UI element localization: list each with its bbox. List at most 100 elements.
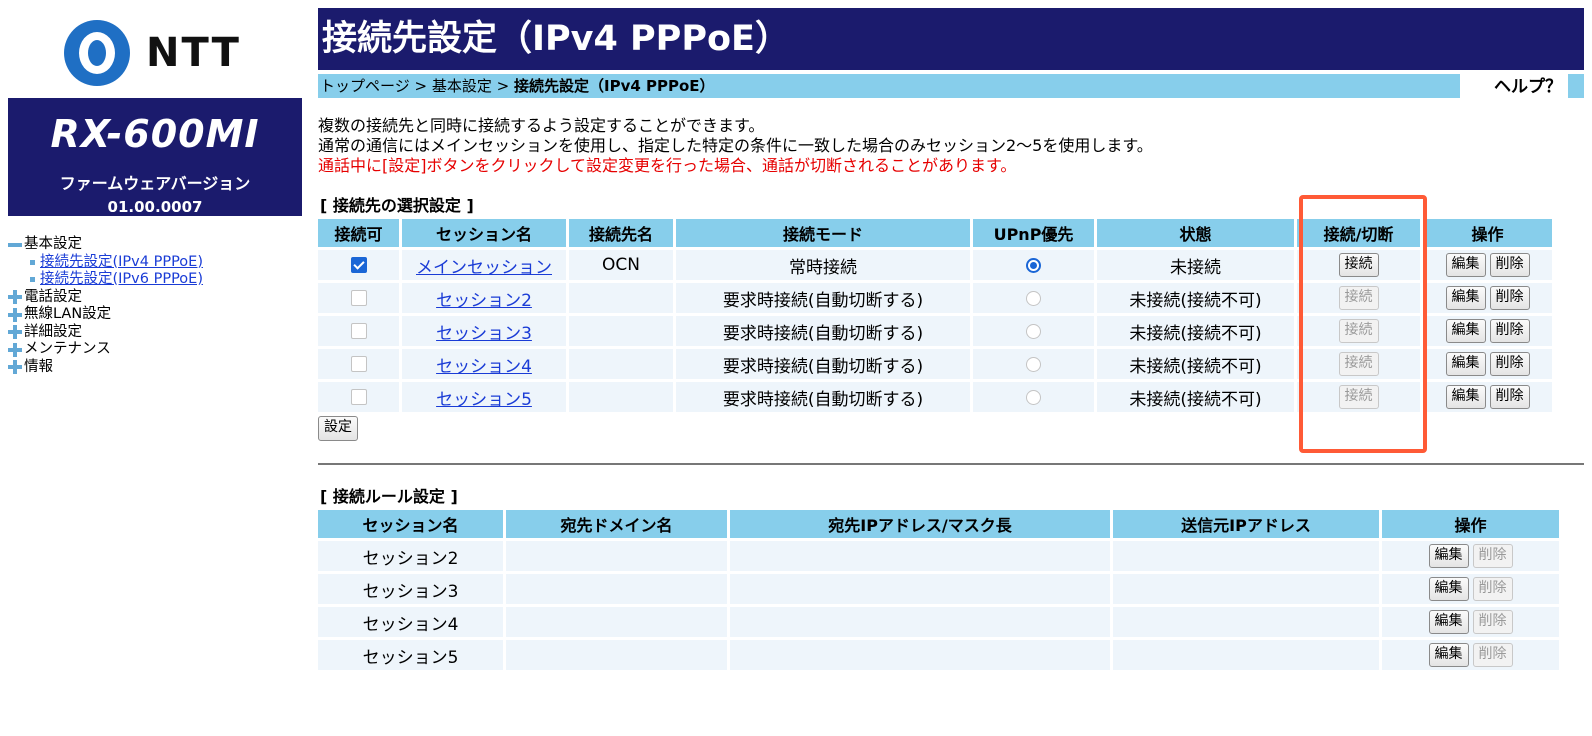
enabled-checkbox[interactable] — [350, 323, 367, 339]
edit-button[interactable]: 編集 — [1445, 352, 1486, 376]
nav-menu: 基本設定 接続先設定(IPv4 PPPoE) 接続先設定(IPv6 PPPoE)… — [8, 236, 203, 376]
col-header-upnp: UPnP優先 — [973, 219, 1094, 247]
breadcrumb-bar: トップページ > 基本設定 > 接続先設定（IPv4 PPPoE） ヘルプ？ — [318, 74, 1584, 98]
cell-session: セッション2 — [402, 283, 566, 313]
table-header-row: 接続可 セッション名 接続先名 接続モード UPnP優先 状態 接続/切断 操作 — [318, 219, 1552, 247]
edit-button[interactable]: 編集 — [1428, 610, 1469, 634]
main-content: 接続先設定（IPv4 PPPoE） トップページ > 基本設定 > 接続先設定（… — [318, 8, 1584, 673]
enabled-checkbox[interactable] — [350, 389, 367, 405]
connect-button[interactable]: 接続 — [1338, 319, 1379, 343]
breadcrumb: トップページ > 基本設定 > 接続先設定（IPv4 PPPoE） — [318, 74, 1460, 98]
nav-item-info[interactable]: 情報 — [8, 359, 203, 377]
cell-mode: 要求時接続(自動切断する) — [676, 283, 970, 313]
upnp-radio[interactable] — [1026, 323, 1041, 339]
session-link[interactable]: セッション5 — [436, 390, 532, 410]
cell-mode: 要求時接続(自動切断する) — [676, 349, 970, 379]
cell-mode: 常時接続 — [676, 250, 970, 280]
bullet-icon — [30, 259, 35, 265]
cell-session: セッション5 — [402, 382, 566, 412]
session-link[interactable]: メインセッション — [416, 258, 552, 278]
delete-button[interactable]: 削除 — [1472, 577, 1513, 601]
connect-button[interactable]: 接続 — [1338, 385, 1379, 409]
connect-button[interactable]: 接続 — [1338, 286, 1379, 310]
device-info-box: RX-600MI ファームウェアバージョン 01.00.0007 — [8, 98, 302, 216]
edit-button[interactable]: 編集 — [1428, 544, 1469, 568]
edit-button[interactable]: 編集 — [1445, 286, 1486, 310]
session-link[interactable]: セッション3 — [436, 324, 532, 344]
upnp-radio[interactable] — [1026, 290, 1041, 306]
edit-button[interactable]: 編集 — [1445, 319, 1486, 343]
enabled-checkbox[interactable] — [350, 257, 367, 273]
nav-item-ipv6-pppoe[interactable]: 接続先設定(IPv6 PPPoE) — [8, 271, 203, 289]
cell-session: セッション3 — [402, 316, 566, 346]
cell-domain — [506, 640, 727, 670]
delete-button[interactable]: 削除 — [1489, 385, 1530, 409]
edit-button[interactable]: 編集 — [1445, 385, 1486, 409]
nav-item-ipv4-pppoe[interactable]: 接続先設定(IPv4 PPPoE) — [8, 254, 203, 272]
delete-button[interactable]: 削除 — [1489, 319, 1530, 343]
cell-connect: 接続 — [1297, 283, 1420, 313]
cell-session: メインセッション — [402, 250, 566, 280]
set-button[interactable]: 設定 — [318, 416, 358, 441]
upnp-radio[interactable] — [1026, 356, 1041, 372]
device-model: RX-600MI — [50, 112, 260, 156]
nav-item-maintenance[interactable]: メンテナンス — [8, 341, 203, 359]
rules-section-title: [ 接続ルール設定 ] — [320, 487, 458, 506]
nav-item-wireless[interactable]: 無線LAN設定 — [8, 306, 203, 324]
cell-domain — [506, 574, 727, 604]
expand-plus-icon — [8, 307, 22, 322]
enabled-checkbox[interactable] — [350, 356, 367, 372]
upnp-radio[interactable] — [1026, 257, 1041, 273]
edit-button[interactable]: 編集 — [1428, 643, 1469, 667]
enabled-checkbox[interactable] — [350, 290, 367, 306]
nav-item-label: 情報 — [24, 358, 53, 375]
nav-item-basic[interactable]: 基本設定 — [8, 236, 203, 254]
cell-enabled — [318, 250, 399, 280]
delete-button[interactable]: 削除 — [1472, 544, 1513, 568]
table-header-row: セッション名 宛先ドメイン名 宛先IPアドレス/マスク長 送信元IPアドレス 操… — [318, 510, 1559, 538]
selection-section-title: [ 接続先の選択設定 ] — [320, 196, 474, 215]
edit-button[interactable]: 編集 — [1428, 577, 1469, 601]
warning-text: 通話中に[設定]ボタンをクリックして設定変更を行った場合、通話が切断されることが… — [318, 156, 1017, 175]
help-link[interactable]: ヘルプ？ — [1494, 76, 1562, 98]
col-header-status: 状態 — [1097, 219, 1294, 247]
cell-operations: 編集 削除 — [1423, 349, 1552, 379]
breadcrumb-basic[interactable]: 基本設定 — [432, 77, 492, 95]
cell-connect: 接続 — [1297, 382, 1420, 412]
col-header-src-ip: 送信元IPアドレス — [1113, 510, 1379, 538]
cell-session: セッション5 — [318, 640, 503, 670]
connect-button[interactable]: 接続 — [1338, 253, 1379, 277]
cell-provider — [569, 316, 673, 346]
section-divider — [318, 463, 1584, 465]
edit-button[interactable]: 編集 — [1445, 253, 1486, 277]
delete-button[interactable]: 削除 — [1489, 253, 1530, 277]
col-header-provider: 接続先名 — [569, 219, 673, 247]
session-selection-table: 接続可 セッション名 接続先名 接続モード UPnP優先 状態 接続/切断 操作… — [315, 216, 1555, 415]
delete-button[interactable]: 削除 — [1489, 286, 1530, 310]
delete-button[interactable]: 削除 — [1472, 643, 1513, 667]
col-header-enabled: 接続可 — [318, 219, 399, 247]
col-header-dest-ip: 宛先IPアドレス/マスク長 — [730, 510, 1110, 538]
cell-dest-ip — [730, 607, 1110, 637]
cell-dest-ip — [730, 574, 1110, 604]
table-row: セッション5 編集 削除 — [318, 640, 1559, 670]
delete-button[interactable]: 削除 — [1489, 352, 1530, 376]
nav-link-ipv6-pppoe[interactable]: 接続先設定(IPv6 PPPoE) — [40, 271, 203, 289]
cell-dest-ip — [730, 640, 1110, 670]
table-row: セッション2 編集 削除 — [318, 541, 1559, 571]
delete-button[interactable]: 削除 — [1472, 610, 1513, 634]
cell-provider — [569, 349, 673, 379]
cell-status: 未接続(接続不可) — [1097, 283, 1294, 313]
connect-button[interactable]: 接続 — [1338, 352, 1379, 376]
nav-item-phone[interactable]: 電話設定 — [8, 289, 203, 307]
breadcrumb-separator: > — [496, 77, 510, 95]
ntt-logo-icon — [64, 20, 130, 86]
session-link[interactable]: セッション2 — [436, 291, 532, 311]
session-link[interactable]: セッション4 — [436, 357, 532, 377]
nav-link-ipv4-pppoe[interactable]: 接続先設定(IPv4 PPPoE) — [40, 254, 203, 272]
breadcrumb-top[interactable]: トップページ — [320, 77, 410, 95]
nav-item-detail[interactable]: 詳細設定 — [8, 324, 203, 342]
intro-line-2: 通常の通信にはメインセッションを使用し、指定した特定の条件に一致した場合のみセッ… — [318, 136, 1153, 155]
upnp-radio[interactable] — [1026, 389, 1041, 405]
cell-src-ip — [1113, 640, 1379, 670]
